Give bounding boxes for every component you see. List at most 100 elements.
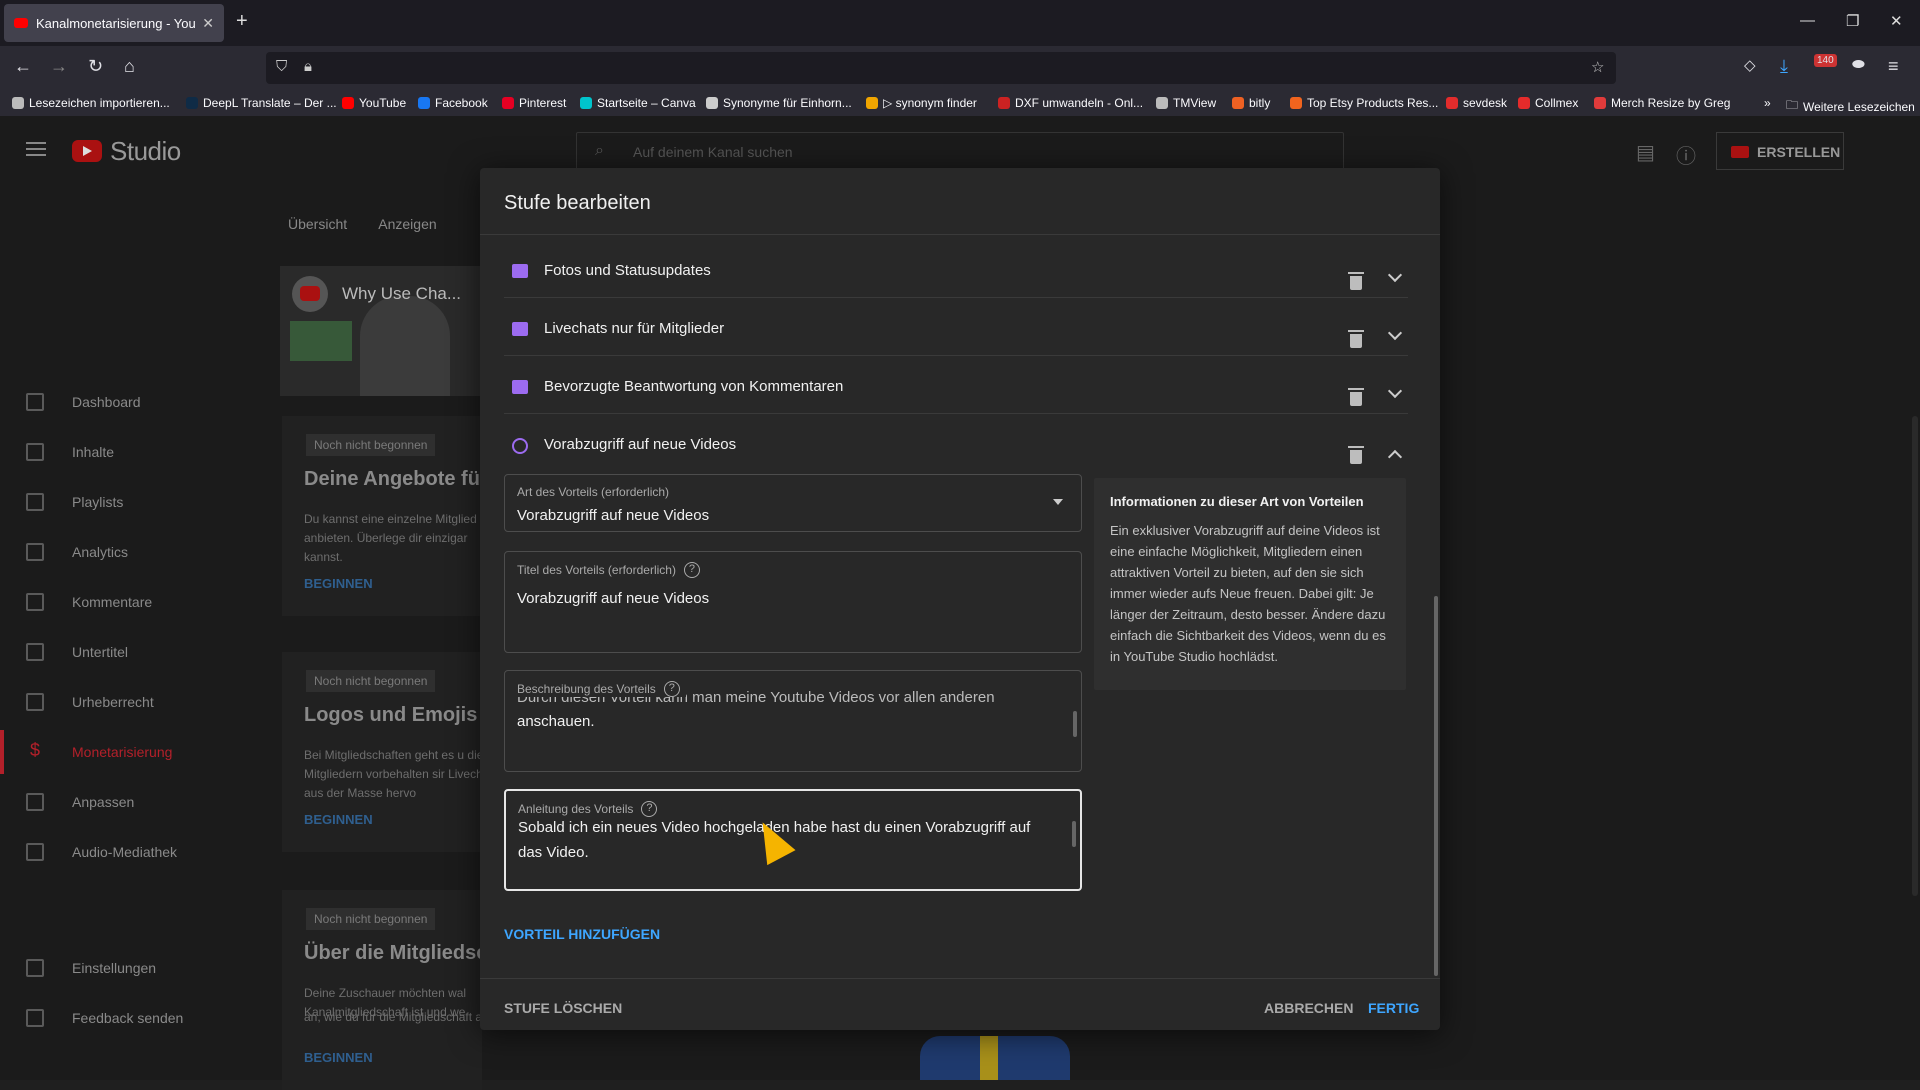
pocket-icon[interactable]: ◇	[1744, 56, 1756, 74]
delete-icon[interactable]	[1348, 446, 1364, 464]
close-tab-icon[interactable]: ✕	[202, 15, 214, 32]
sidebar-item-urheberrecht[interactable]: Urheberrecht	[0, 680, 255, 724]
bookmark-favicon-icon	[1232, 97, 1244, 109]
sidebar-item-audio-mediathek[interactable]: Audio-Mediathek	[0, 830, 255, 874]
help-icon[interactable]: ⓘ	[1676, 140, 1696, 169]
download-icon[interactable]: ⤓	[1780, 56, 1788, 77]
cancel-button[interactable]: ABBRECHEN	[1264, 1000, 1353, 1016]
browser-tab[interactable]: Kanalmonetarisierung - YouTube ✕	[4, 4, 224, 42]
youtube-logo-icon[interactable]	[72, 140, 102, 162]
channel-search-input[interactable]: ⌕ Auf deinem Kanal suchen	[576, 132, 1344, 172]
bookmark-item[interactable]: Facebook	[418, 96, 488, 110]
bookmark-item[interactable]: DeepL Translate – Der ...	[186, 96, 337, 110]
help-icon[interactable]: ?	[683, 562, 700, 578]
bookmark-item[interactable]: Synonyme für Einhorn...	[706, 96, 852, 110]
page-scrollbar[interactable]	[1912, 416, 1918, 896]
delete-icon[interactable]	[1348, 272, 1364, 290]
tab-ads[interactable]: Anzeigen	[378, 216, 436, 232]
bookmark-item[interactable]: Lesezeichen importieren...	[12, 96, 170, 110]
dialog-scrollbar[interactable]	[1434, 596, 1438, 976]
help-icon[interactable]: ?	[663, 681, 680, 697]
bookmark-item[interactable]: Top Etsy Products Res...	[1290, 96, 1438, 110]
sidebar-item-label: Monetarisierung	[72, 744, 173, 760]
begin-link[interactable]: BEGINNEN	[304, 576, 373, 591]
perk-row[interactable]: Vorabzugriff auf neue Videos	[504, 416, 1408, 472]
sidebar-item-einstellungen[interactable]: Einstellungen	[0, 946, 255, 990]
delete-icon[interactable]	[1348, 388, 1364, 406]
menu-icon[interactable]: ≡	[1888, 56, 1899, 77]
perk-type-select[interactable]: Art des Vorteils (erforderlich) Vorabzug…	[504, 474, 1082, 532]
perk-row[interactable]: Bevorzugte Beantwortung von Kommentaren	[504, 358, 1408, 414]
bookmark-item[interactable]: bitly	[1232, 96, 1270, 110]
chevron-down-icon[interactable]	[1387, 383, 1403, 399]
extension-icon[interactable]: ⬬	[1852, 56, 1865, 73]
other-bookmarks[interactable]: 🗀 Weitere Lesezeichen	[1786, 96, 1915, 117]
bookmark-favicon-icon	[186, 97, 198, 109]
delete-icon[interactable]	[1348, 330, 1364, 348]
bookmark-item[interactable]: sevdesk	[1446, 96, 1507, 110]
sidebar-item-inhalte[interactable]: Inhalte	[0, 430, 255, 474]
restore-icon[interactable]: ❐	[1846, 12, 1859, 30]
comments-icon	[26, 593, 44, 611]
begin-link[interactable]: BEGINNEN	[304, 812, 373, 827]
perk-row[interactable]: Livechats nur für Mitglieder	[504, 300, 1408, 356]
reload-icon[interactable]: ↻	[88, 56, 103, 77]
chevron-down-icon[interactable]	[1387, 325, 1403, 341]
sidebar-item-anpassen[interactable]: Anpassen	[0, 780, 255, 824]
add-perk-button[interactable]: VORTEIL HINZUFÜGEN	[504, 926, 660, 942]
bookmark-favicon-icon	[580, 97, 592, 109]
field-scrollbar[interactable]	[1073, 711, 1077, 737]
sidebar-item-dashboard[interactable]: Dashboard	[0, 380, 255, 424]
begin-link[interactable]: BEGINNEN	[304, 1050, 373, 1065]
sidebar-item-playlists[interactable]: Playlists	[0, 480, 255, 524]
minimize-icon[interactable]: —	[1800, 12, 1815, 29]
bookmark-label: YouTube	[359, 96, 407, 110]
perk-instructions-field[interactable]: Anleitung des Vorteils? Sobald ich ein n…	[504, 789, 1082, 891]
bookmark-label: TMView	[1173, 96, 1217, 110]
sidebar-item-feedback-senden[interactable]: Feedback senden	[0, 996, 255, 1040]
close-window-icon[interactable]: ✕	[1890, 12, 1903, 30]
sidebar-item-monetarisierung[interactable]: Monetarisierung	[0, 730, 255, 774]
hamburger-menu-icon[interactable]	[26, 142, 46, 156]
more-bookmarks-icon[interactable]: »	[1764, 96, 1771, 110]
perk-row[interactable]: Fotos und Statusupdates	[504, 242, 1408, 298]
studio-logo-text[interactable]: Studio	[110, 136, 181, 167]
search-icon: ⌕	[595, 142, 604, 159]
new-tab-button[interactable]: +	[236, 10, 248, 33]
bookmark-item[interactable]: Collmex	[1518, 96, 1578, 110]
video-thumbnail[interactable]: Why Use Cha...	[280, 266, 480, 396]
chevron-down-icon[interactable]	[1387, 267, 1403, 283]
delete-tier-button[interactable]: STUFE LÖSCHEN	[504, 1000, 622, 1016]
bookmark-item[interactable]: Merch Resize by Greg	[1594, 96, 1730, 110]
bookmark-item[interactable]: TMView	[1156, 96, 1216, 110]
perk-title-field[interactable]: Titel des Vorteils (erforderlich)? Vorab…	[504, 551, 1082, 653]
chat-icon	[512, 322, 528, 336]
extension-badge[interactable]: 140	[1814, 54, 1837, 67]
bookmark-item[interactable]: DXF umwandeln - Onl...	[998, 96, 1143, 110]
home-icon[interactable]: ⌂	[124, 56, 135, 77]
bookmark-item[interactable]: Pinterest	[502, 96, 566, 110]
field-scrollbar[interactable]	[1072, 821, 1076, 847]
bookmark-item[interactable]: Startseite – Canva	[580, 96, 696, 110]
tab-overview[interactable]: Übersicht	[288, 216, 347, 232]
checklist-card: Noch nicht begonnen Deine Angebote für Du …	[282, 416, 488, 616]
url-bar[interactable]: ⛉ 🔒︎ ☆	[266, 52, 1616, 84]
back-icon[interactable]: ←	[14, 56, 32, 77]
forward-icon[interactable]: →	[50, 56, 68, 77]
sidebar-item-untertitel[interactable]: Untertitel	[0, 630, 255, 674]
star-icon[interactable]: ☆	[1591, 58, 1604, 76]
chevron-up-icon[interactable]	[1387, 449, 1403, 465]
bookmark-item[interactable]: ▷ synonym finder	[866, 96, 977, 110]
messages-icon[interactable]: ▤	[1636, 140, 1655, 165]
create-button[interactable]: ERSTELLEN	[1716, 132, 1844, 170]
sidebar-item-analytics[interactable]: Analytics	[0, 530, 255, 574]
monetization-tabs: Übersicht Anzeigen	[288, 216, 465, 232]
shield-icon[interactable]: ⛉	[276, 58, 287, 75]
bookmark-item[interactable]: YouTube	[342, 96, 406, 110]
perk-description-field[interactable]: Durch diesen Vorteil kann man meine Yout…	[504, 670, 1082, 772]
divider	[480, 978, 1440, 979]
lock-icon[interactable]: 🔒︎	[304, 58, 312, 75]
done-button[interactable]: FERTIG	[1368, 1000, 1419, 1016]
sidebar-item-kommentare[interactable]: Kommentare	[0, 580, 255, 624]
active-indicator	[0, 730, 4, 774]
